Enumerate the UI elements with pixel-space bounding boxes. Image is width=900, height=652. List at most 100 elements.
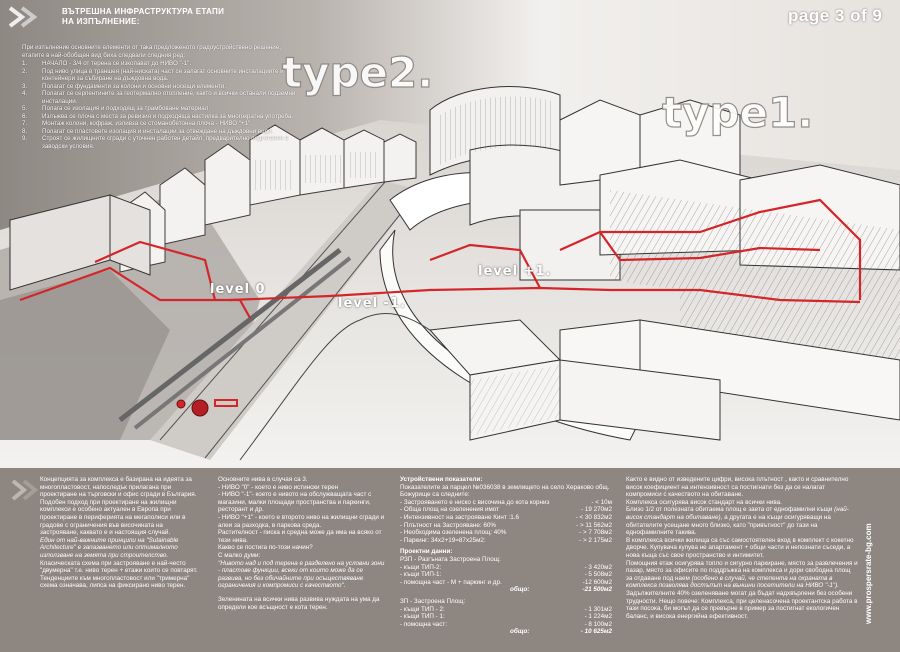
construction-step: 5. Полага се изолация и подходящ за трамб… [22, 105, 298, 113]
levels-p6: Какво се постига по-този начин? [218, 544, 313, 552]
conclusion-p5: Помощния етаж осигурява топло и сигурно … [626, 560, 858, 590]
type1-label: type1. [661, 87, 814, 137]
step-text: Полагат се фундаменти за колони и основн… [42, 82, 227, 90]
construction-step: 3. Полагат се фундаменти за колони и осно… [22, 83, 298, 91]
conclusion-p6: Задължителните 40% озеленяване могат да … [626, 589, 858, 620]
levels-p3: - НИВО "-1"- което е нивото на обслужващ… [218, 491, 372, 514]
zp-table: - къщи ТИП - 2: - 1 301м2- къщи ТИП - 1: -… [400, 606, 612, 629]
conclusion-p1: Както е видно от изведените цифри, висок… [626, 476, 849, 499]
construction-step: 7. Монтаж колони, кофраж, изливза се стом… [22, 120, 298, 128]
website-link[interactable]: www.prospersrate-bg.com [862, 476, 876, 626]
level-plus1-label: level +1. [478, 264, 552, 279]
levels-quote: "Нивото над и под терена е разделено на … [218, 559, 385, 590]
table-row: - къщи ТИП-1: - 5 508м2 [400, 571, 612, 579]
row-value: - < 10м [591, 498, 612, 506]
row-label: - къщи ТИП - 2: [400, 605, 445, 613]
step-number: 6. [22, 112, 28, 120]
concept-lead: Един от най-важните принципи на [40, 536, 147, 544]
construction-step: 1. НАЧАЛО - 3/4 от терена се изкопават до… [22, 60, 298, 68]
construction-steps-list: 1. НАЧАЛО - 3/4 от терена се изкопават до… [22, 60, 298, 150]
zp-title: ЗП - Застроена Площ: [400, 597, 466, 605]
section-title-line2: НА ИЗПЪЛНЕНИЕ: [62, 17, 140, 26]
row-value: - 8 100м2 [584, 620, 612, 628]
concept-paragraph-2: Подобен подход при проектиране на жилищн… [40, 498, 186, 537]
rzp-total-label: общо: [510, 586, 530, 594]
step-number: 7. [22, 120, 28, 127]
table-row: - помощна част - М + паркинг и др. -12 60… [400, 579, 612, 587]
step-text: Излъжва се плоча с места за ревизия и по… [42, 112, 294, 120]
step-text: Под ниво улица в траншея (най-ниската) ч… [42, 67, 284, 83]
row-value: - > 11 562м2 [576, 521, 612, 529]
step-number: 4. [22, 90, 28, 97]
row-value: - 3 420м2 [584, 563, 612, 571]
table-row: - помощна част: - 8 100м2 [400, 621, 612, 629]
row-label: - Необходима озеленена площ: 40% [400, 529, 507, 537]
page: ВЪТРЕШНА ИНФРАСТРУКТУРА ЕТАПИ НА ИЗПЪЛНЕ… [0, 0, 900, 652]
website-text: www.prospersrate-bg.com [864, 523, 873, 624]
concept-paragraph-1: Концепцията за комплекса е базирана на и… [40, 476, 197, 499]
table-row: - Обща площ на озеленения имот - 19 270м2 [400, 506, 612, 514]
step-text: Полагат се серпентините за геотермално о… [42, 90, 296, 105]
construction-step: 9. Строят се жилищните сгради с уточнен р… [22, 135, 298, 150]
row-value: - 19 270м2 [581, 506, 612, 514]
table-row: - къщи ТИП - 1: - 1 224м2 [400, 613, 612, 621]
table-row: - Интензивност на застрояване Кинт :1.6 -… [400, 514, 612, 522]
row-label: - помощна част: [400, 620, 448, 628]
step-text: Строят се жилищните сгради с уточнен раб… [42, 135, 289, 150]
step-text: НАЧАЛО - 3/4 от терена се изкопават до Н… [42, 60, 192, 67]
row-value: - 1 301м2 [584, 605, 612, 613]
indicators-title: Устройствени показатели: [400, 476, 483, 483]
row-value: - 5 508м2 [584, 571, 612, 579]
conclusion-column: Както е видно от изведените цифри, висок… [626, 476, 858, 620]
row-label: - къщи ТИП-1: [400, 571, 442, 579]
row-label: - Паркинг: 34х2+19=87х25м2: [400, 536, 486, 544]
rzp-total-row: общо: -21 500м2 [400, 586, 612, 594]
table-row: - къщи ТИП - 2: - 1 301м2 [400, 606, 612, 614]
step-number: 9. [22, 135, 28, 142]
step-text: Полагат се пластовете изолация и инстала… [42, 127, 274, 135]
indicators-intro: Показателите за парцел №036038 в землище… [400, 483, 610, 499]
levels-p9: Зеленината на всички нива развива нуждат… [218, 595, 380, 611]
row-label: - помощна част - М + паркинг и др. [400, 578, 502, 586]
conclusion-p4: В комплекса всички жилища са със самосто… [626, 536, 854, 559]
step-number: 3. [22, 82, 28, 90]
table-row: - Необходима озеленена площ: 40% - > 7 70… [400, 529, 612, 537]
levels-p5: Растителност - писка и средна може да им… [218, 529, 382, 544]
row-label: - къщи ТИП - 1: [400, 613, 445, 621]
levels-p4: - НИВО "+1" - което е второто ниво на жи… [218, 513, 385, 529]
level-0-label: level 0 [210, 282, 266, 297]
zp-total-label: общо: [510, 628, 530, 636]
construction-step: 4. Полагат се серпентините за геотермално… [22, 90, 298, 105]
zp-total-row: общо: - 10 625м2 [400, 628, 612, 636]
step-number: 2. [22, 67, 28, 75]
row-value: - < 30 832м2 [575, 513, 612, 521]
step-number: 5. [22, 105, 28, 112]
section-title: ВЪТРЕШНА ИНФРАСТРУКТУРА ЕТАПИ НА ИЗПЪЛНЕ… [62, 7, 224, 27]
construction-step: 6. Излъжва се плоча с места за ревизия и … [22, 113, 298, 121]
table-row: - къщи ТИП-2: - 3 420м2 [400, 564, 612, 572]
row-value: - 1 224м2 [584, 613, 612, 621]
indicators-table: - Застрояването е ниско с височина до ко… [400, 499, 612, 545]
concept-paragraph-3: Един от най-важните принципи на "Sutaina… [40, 537, 202, 590]
project-data-title: Проектни данни: [400, 548, 453, 556]
zp-total-value: - 10 625м2 [580, 628, 612, 636]
step-text: Монтаж колони, кофраж, изливза се стоман… [42, 120, 252, 127]
indicators-column: Устройствени показатели: Показателите за… [400, 476, 612, 636]
arrow-right-icon [11, 479, 39, 501]
type2-label: type2. [281, 47, 434, 97]
section-title-line1: ВЪТРЕШНА ИНФРАСТРУКТУРА ЕТАПИ [62, 7, 225, 16]
levels-p1: Основните нива в случая са 3. [218, 476, 308, 483]
construction-step: 2. Под ниво улица в траншея (най-ниската)… [22, 68, 298, 83]
row-label: - Обща площ на озеленения имот [400, 506, 500, 514]
intro-text: При изпълнение основните елементи от так… [22, 44, 281, 59]
row-value: -12 600м2 [582, 578, 612, 586]
level-minus1-label: level -1. [338, 296, 406, 311]
row-label: - къщи ТИП-2: [400, 563, 442, 571]
table-row: - Паркинг: 34х2+19=87х25м2: - > 2 175м2 [400, 537, 612, 545]
levels-column: Основните нива в случая са 3. - НИВО "0"… [218, 476, 386, 611]
rzp-total-value: -21 500м2 [582, 586, 612, 594]
rzp-title: РЗП - Разгъната Застроена Площ: [400, 555, 501, 563]
step-text: Полага се изолация и подходящ за трамбов… [42, 105, 211, 112]
row-label: - Интензивност на застрояване Кинт :1.6 [400, 513, 520, 521]
conclusion-p3-lead: Близо 1/2 от полезната обитаема площ е з… [626, 506, 835, 514]
